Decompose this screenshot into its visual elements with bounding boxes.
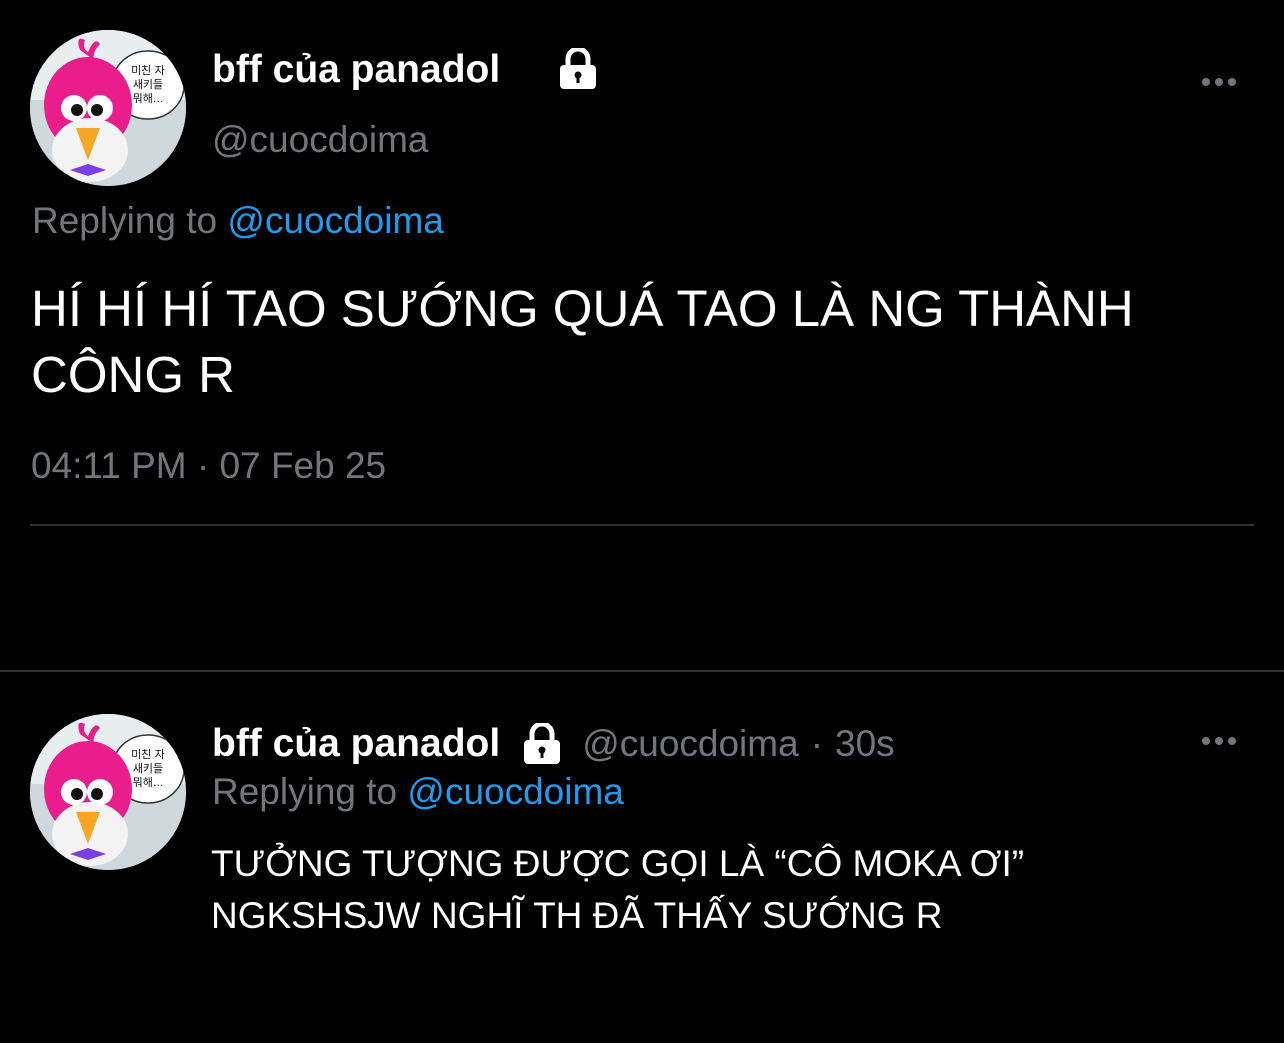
tweet-text-line-1: TƯỞNG TƯỢNG ĐƯỢC GỌI LÀ “CÔ MOKA ƠI” bbox=[211, 843, 1025, 884]
share-icon[interactable] bbox=[1072, 978, 1118, 1026]
bubble-line-2: 새키들 bbox=[133, 762, 163, 775]
retweet-icon[interactable] bbox=[440, 571, 508, 623]
lock-icon bbox=[524, 723, 561, 764]
replying-handle-link[interactable]: @cuocdoima bbox=[227, 200, 444, 241]
bubble-line-1: 미친 자 bbox=[131, 64, 165, 77]
replying-to: Replying to @cuocdoima bbox=[32, 200, 444, 242]
display-name[interactable]: bff của panadol bbox=[212, 722, 500, 766]
replying-handle-link[interactable]: @cuocdoima bbox=[407, 771, 624, 812]
handle[interactable]: @cuocdoima bbox=[582, 723, 799, 765]
avatar[interactable]: 미친 자 새키들 뭐해... bbox=[30, 714, 186, 870]
display-name[interactable]: bff của panadol bbox=[212, 48, 500, 92]
share-icon[interactable] bbox=[1122, 568, 1178, 626]
reply-icon[interactable] bbox=[106, 571, 164, 627]
tweet-text: HÍ HÍ HÍ TAO SƯỚNG QUÁ TAO LÀ NG THÀNH C… bbox=[31, 276, 1134, 408]
tweet-text-line-2: NGKSHSJW NGHĨ TH ĐÃ THẤY SƯỚNG R bbox=[211, 895, 943, 936]
avatar-image: 미친 자 새키들 뭐해... bbox=[30, 30, 186, 186]
retweet-icon[interactable] bbox=[424, 982, 480, 1024]
avatar[interactable]: 미친 자 새키들 뭐해... bbox=[30, 30, 186, 186]
bubble-line-1: 미친 자 bbox=[131, 748, 165, 761]
separator: · bbox=[810, 723, 824, 764]
analytics-icon[interactable] bbox=[860, 980, 904, 1024]
lock-icon bbox=[560, 48, 596, 89]
timestamp[interactable]: 04:11 PM · 07 Feb 25 bbox=[31, 445, 386, 487]
divider bbox=[30, 524, 1254, 526]
heart-icon[interactable] bbox=[642, 980, 692, 1026]
bubble-line-3: 뭐해... bbox=[133, 91, 164, 105]
more-icon[interactable] bbox=[1202, 731, 1242, 751]
relative-time[interactable]: 30s bbox=[835, 723, 895, 765]
bubble-line-2: 새키들 bbox=[133, 78, 163, 91]
bubble-line-3: 뭐해... bbox=[133, 775, 164, 789]
tweet-text-line-1: HÍ HÍ HÍ TAO SƯỚNG QUÁ TAO LÀ NG THÀNH bbox=[31, 280, 1134, 337]
reply-header: bff của panadol @cuocdoima · 30s bbox=[212, 722, 895, 766]
reply-icon[interactable] bbox=[214, 980, 262, 1026]
replying-prefix: Replying to bbox=[212, 771, 398, 812]
tweet-text-line-2: CÔNG R bbox=[31, 346, 235, 403]
tweet-text: TƯỞNG TƯỢNG ĐƯỢC GỌI LÀ “CÔ MOKA ƠI” NGK… bbox=[211, 838, 1024, 942]
avatar-image: 미친 자 새키들 뭐해... bbox=[30, 714, 186, 870]
divider bbox=[0, 670, 1284, 672]
replying-prefix: Replying to bbox=[32, 200, 218, 241]
replying-to: Replying to @cuocdoima bbox=[212, 771, 624, 813]
handle[interactable]: @cuocdoima bbox=[212, 119, 429, 161]
heart-icon[interactable] bbox=[781, 571, 841, 627]
more-icon[interactable] bbox=[1202, 72, 1242, 92]
